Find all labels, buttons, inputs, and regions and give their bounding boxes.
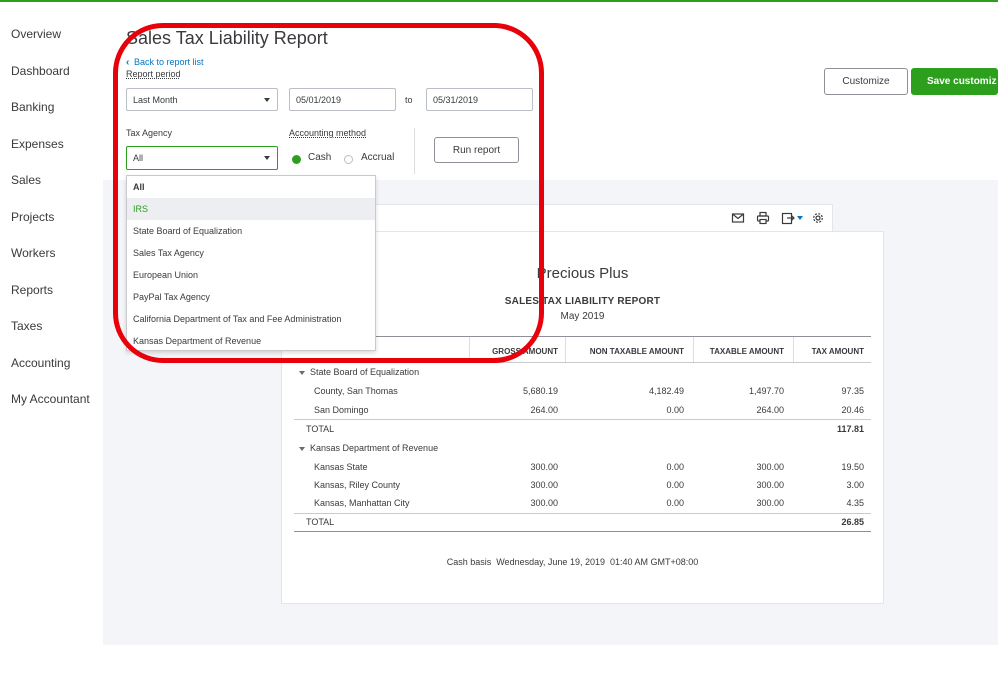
row-name: Kansas, Manhattan City bbox=[314, 498, 410, 508]
total-rule bbox=[294, 513, 871, 514]
run-report-button[interactable]: Run report bbox=[434, 137, 519, 163]
sidebar: Overview Dashboard Banking Expenses Sale… bbox=[0, 2, 103, 673]
dropdown-option-paypal-tax-agency[interactable]: PayPal Tax Agency bbox=[127, 286, 375, 308]
total-tax: 26.85 bbox=[841, 517, 864, 527]
report-period-select[interactable]: Last Month bbox=[126, 88, 278, 111]
export-icon[interactable] bbox=[781, 211, 805, 225]
page-title: Sales Tax Liability Report bbox=[126, 28, 328, 48]
report-footer: Cash basis Wednesday, June 19, 2019 01:4… bbox=[446, 557, 699, 567]
sidebar-item-banking[interactable]: Banking bbox=[11, 100, 54, 114]
chevron-down-icon bbox=[264, 156, 270, 160]
row-non-taxable: 0.00 bbox=[666, 462, 684, 472]
dropdown-option-all[interactable]: All bbox=[127, 176, 375, 198]
cash-radio[interactable] bbox=[292, 155, 301, 164]
tax-agency-dropdown-menu: All IRS State Board of Equalization Sale… bbox=[126, 175, 376, 351]
row-taxable: 264.00 bbox=[756, 405, 784, 415]
group-name: Kansas Department of Revenue bbox=[310, 443, 439, 453]
date-from-value: 05/01/2019 bbox=[296, 94, 342, 105]
sidebar-item-projects[interactable]: Projects bbox=[11, 210, 54, 224]
customize-button[interactable]: Customize bbox=[824, 68, 908, 95]
accounting-method-label: Accounting method bbox=[289, 128, 367, 138]
column-header-gross: GROSS AMOUNT bbox=[492, 347, 558, 356]
sidebar-item-accounting[interactable]: Accounting bbox=[11, 356, 70, 370]
row-gross: 264.00 bbox=[530, 405, 558, 415]
group-name: State Board of Equalization bbox=[310, 367, 420, 377]
row-name: San Domingo bbox=[314, 405, 369, 415]
date-to-value: 05/31/2019 bbox=[433, 94, 479, 105]
date-range-to-label: to bbox=[405, 95, 413, 105]
chevron-down-icon bbox=[264, 97, 270, 102]
report-period-value: Last Month bbox=[133, 94, 178, 105]
tax-agency-label: Tax Agency bbox=[126, 128, 173, 138]
row-name: Kansas State bbox=[314, 462, 368, 472]
row-non-taxable: 4,182.49 bbox=[648, 386, 684, 396]
row-gross: 5,680.19 bbox=[522, 386, 558, 396]
back-link-label: Back to report list bbox=[134, 57, 204, 67]
table-bottom-rule bbox=[294, 531, 871, 532]
dropdown-option-kansas-dor[interactable]: Kansas Department of Revenue bbox=[127, 330, 375, 352]
sidebar-item-taxes[interactable]: Taxes bbox=[11, 319, 42, 333]
row-taxable: 300.00 bbox=[756, 498, 784, 508]
column-header-tax: TAX AMOUNT bbox=[811, 347, 864, 356]
row-gross: 300.00 bbox=[530, 462, 558, 472]
sidebar-item-workers[interactable]: Workers bbox=[11, 246, 55, 260]
tax-agency-select[interactable]: All bbox=[126, 146, 278, 170]
dropdown-option-state-board[interactable]: State Board of Equalization bbox=[127, 220, 375, 242]
group-row[interactable]: Kansas Department of Revenue bbox=[299, 443, 438, 453]
group-row[interactable]: State Board of Equalization bbox=[299, 367, 419, 377]
row-tax: 20.46 bbox=[841, 405, 864, 415]
total-rule bbox=[294, 419, 871, 420]
collapse-triangle-icon bbox=[299, 370, 305, 375]
row-tax: 19.50 bbox=[841, 462, 864, 472]
row-name: Kansas, Riley County bbox=[314, 480, 401, 490]
chevron-left-icon: ‹ bbox=[126, 57, 130, 68]
row-tax: 97.35 bbox=[841, 386, 864, 396]
save-customization-button[interactable]: Save customization bbox=[911, 68, 998, 95]
sidebar-item-overview[interactable]: Overview bbox=[11, 27, 61, 41]
row-taxable: 300.00 bbox=[756, 480, 784, 490]
row-gross: 300.00 bbox=[530, 480, 558, 490]
tax-agency-value: All bbox=[133, 153, 144, 163]
date-from-input[interactable]: 05/01/2019 bbox=[289, 88, 396, 111]
row-taxable: 300.00 bbox=[756, 462, 784, 472]
settings-gear-icon[interactable] bbox=[811, 211, 825, 225]
accrual-radio[interactable] bbox=[344, 155, 353, 164]
back-to-report-list-link[interactable]: ‹ Back to report list bbox=[126, 57, 204, 68]
sidebar-item-sales[interactable]: Sales bbox=[11, 173, 41, 187]
report-period-label: Report period bbox=[126, 69, 181, 79]
total-label: TOTAL bbox=[306, 424, 335, 434]
header-bottom-rule bbox=[294, 362, 871, 363]
sidebar-item-dashboard[interactable]: Dashboard bbox=[11, 64, 70, 78]
filter-divider bbox=[414, 128, 415, 174]
row-taxable: 1,497.70 bbox=[748, 386, 784, 396]
cash-radio-label: Cash bbox=[308, 152, 332, 163]
dropdown-option-european-union[interactable]: European Union bbox=[127, 264, 375, 286]
date-to-input[interactable]: 05/31/2019 bbox=[426, 88, 533, 111]
row-name: County, San Thomas bbox=[314, 386, 398, 396]
row-non-taxable: 0.00 bbox=[666, 405, 684, 415]
row-tax: 4.35 bbox=[846, 498, 864, 508]
dropdown-option-california-cdtfa[interactable]: California Department of Tax and Fee Adm… bbox=[127, 308, 375, 330]
column-header-non-taxable: NON TAXABLE AMOUNT bbox=[589, 347, 684, 356]
sidebar-item-expenses[interactable]: Expenses bbox=[11, 137, 64, 151]
dropdown-option-sales-tax-agency[interactable]: Sales Tax Agency bbox=[127, 242, 375, 264]
total-label: TOTAL bbox=[306, 517, 335, 527]
row-non-taxable: 0.00 bbox=[666, 480, 684, 490]
email-icon[interactable] bbox=[731, 211, 745, 225]
column-header-taxable: TAXABLE AMOUNT bbox=[709, 347, 784, 356]
table-top-rule bbox=[294, 336, 871, 337]
collapse-triangle-icon bbox=[299, 446, 305, 451]
sidebar-item-reports[interactable]: Reports bbox=[11, 283, 53, 297]
print-icon[interactable] bbox=[756, 211, 770, 225]
sidebar-item-my-accountant[interactable]: My Accountant bbox=[11, 392, 90, 406]
row-gross: 300.00 bbox=[530, 498, 558, 508]
accrual-radio-label: Accrual bbox=[361, 152, 395, 163]
row-tax: 3.00 bbox=[846, 480, 864, 490]
row-non-taxable: 0.00 bbox=[666, 498, 684, 508]
dropdown-option-irs[interactable]: IRS bbox=[127, 198, 375, 220]
total-tax: 117.81 bbox=[836, 424, 864, 434]
